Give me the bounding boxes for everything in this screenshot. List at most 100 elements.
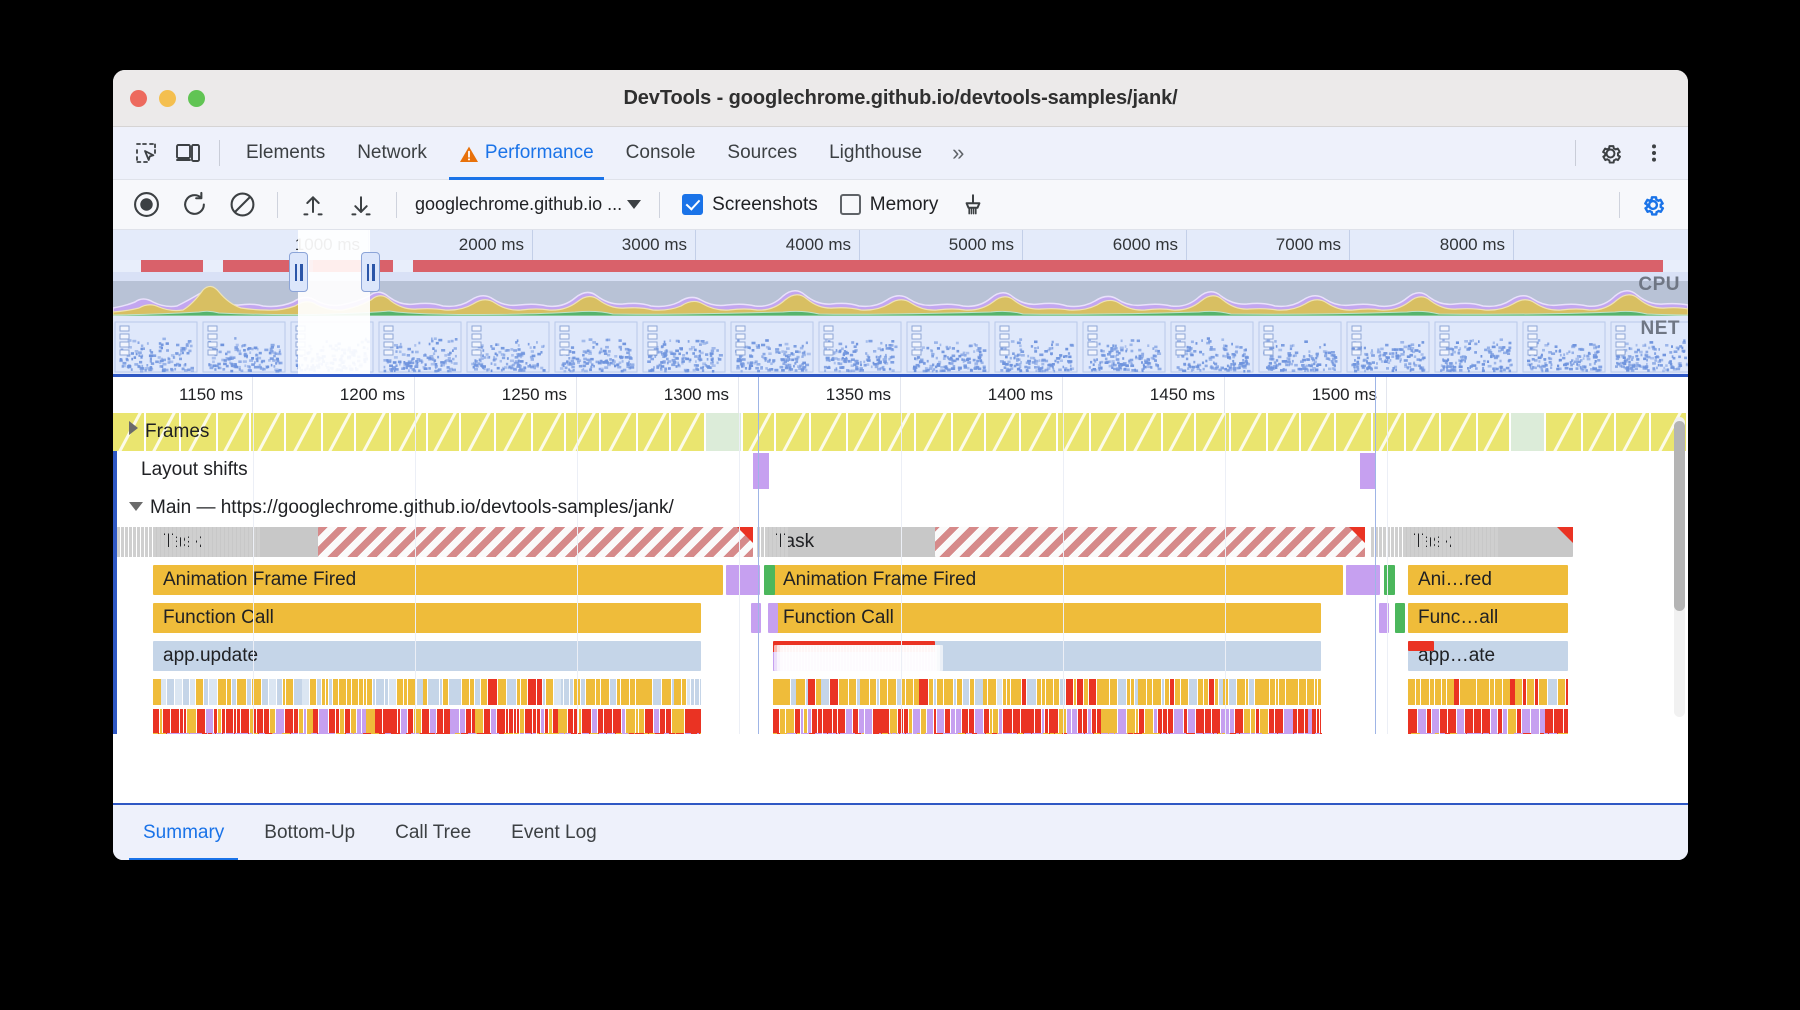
flame-micro-bar[interactable] (1042, 709, 1045, 734)
flame-micro-bar[interactable] (190, 733, 199, 734)
flame-micro-bar[interactable] (218, 709, 221, 734)
flame-micro-bar[interactable] (1440, 709, 1447, 734)
frame-block[interactable] (1091, 413, 1126, 451)
flame-micro-bar[interactable] (1024, 733, 1032, 734)
flame-micro-bar[interactable] (1490, 679, 1495, 705)
frame-block[interactable] (916, 413, 953, 451)
flame-micro-bar[interactable] (882, 733, 888, 734)
flame-micro-bar[interactable] (873, 733, 878, 734)
flame-micro-bar[interactable] (1540, 733, 1544, 734)
flame-micro-bar[interactable] (565, 733, 571, 734)
flame-micro-bar[interactable] (1263, 733, 1268, 734)
flame-micro-bar[interactable] (957, 679, 962, 705)
frame-block[interactable] (776, 413, 811, 451)
flame-micro-bar[interactable] (1532, 733, 1539, 734)
frame-block[interactable] (1616, 413, 1651, 451)
flame-micro-bar[interactable] (997, 679, 1002, 705)
frame-block[interactable] (638, 413, 671, 451)
flame-micro-bar[interactable] (1204, 679, 1209, 705)
flame-micro-bar[interactable] (1237, 679, 1246, 705)
flame-micro-bar[interactable] (1268, 733, 1277, 734)
flame-micro-bar[interactable] (917, 733, 920, 734)
flame-bar[interactable]: Function Call (153, 603, 701, 633)
flame-micro-bar[interactable] (1236, 733, 1239, 734)
flame-micro-bar[interactable] (1495, 679, 1502, 705)
flame-micro-bar[interactable] (1411, 733, 1420, 734)
flame-micro-bar[interactable] (828, 733, 836, 734)
flame-micro-bar[interactable] (691, 679, 694, 705)
flame-micro-bar[interactable] (363, 733, 372, 734)
flame-micro-bar[interactable] (1142, 733, 1151, 734)
flame-micro-bar[interactable] (970, 679, 974, 705)
flame-micro-bar[interactable] (475, 709, 482, 734)
flame-micro-bar[interactable] (270, 709, 275, 734)
flame-micro-bar[interactable] (544, 733, 549, 734)
flame-micro-bar[interactable] (897, 733, 899, 734)
flame-micro-bar[interactable] (919, 679, 928, 705)
layout-shift-marker[interactable] (753, 453, 769, 489)
frame-block[interactable] (533, 413, 566, 451)
flame-micro-bar[interactable] (1170, 733, 1177, 734)
flame-micro-bar[interactable] (921, 709, 927, 734)
flame-micro-bar[interactable] (672, 679, 674, 705)
flame-micro-bar[interactable] (491, 709, 497, 734)
flame-micro-bar[interactable] (509, 709, 513, 734)
flame-micro-bar[interactable] (1055, 733, 1062, 734)
flame-micro-bar[interactable] (506, 709, 508, 734)
flame-micro-bar[interactable] (1261, 679, 1268, 705)
flame-micro-bar[interactable] (804, 709, 807, 734)
flame-micro-bar[interactable] (392, 709, 397, 734)
flame-micro-bar[interactable] (1043, 733, 1049, 734)
flame-micro-bar[interactable] (1558, 733, 1560, 734)
flame-micro-bar[interactable] (1235, 709, 1243, 734)
flame-micro-bar[interactable] (1218, 733, 1221, 734)
frame-block[interactable] (1441, 413, 1478, 451)
flame-micro-bar[interactable] (1446, 733, 1449, 734)
flame-micro-bar[interactable] (167, 679, 174, 705)
flame-micro-bar[interactable] (1244, 709, 1251, 734)
overview-window-right-handle[interactable] (361, 252, 380, 292)
flame-micro-bar[interactable] (514, 733, 520, 734)
flame-micro-bar[interactable] (520, 709, 524, 734)
flame-micro-bar[interactable] (1215, 679, 1219, 705)
flame-micro-bar[interactable] (1408, 709, 1417, 734)
flame-micro-bar[interactable] (213, 733, 215, 734)
flame-micro-bar[interactable] (644, 733, 648, 734)
flame-micro-bar[interactable] (1049, 709, 1052, 734)
flame-micro-bar[interactable] (1184, 709, 1187, 734)
flame-micro-bar[interactable] (781, 679, 783, 705)
flame-micro-bar[interactable] (159, 733, 166, 734)
flame-micro-bar[interactable] (187, 709, 196, 734)
flame-micro-bar[interactable] (846, 709, 852, 734)
flame-micro-bar[interactable] (470, 679, 474, 705)
flame-micro-bar[interactable] (311, 733, 317, 734)
flame-micro-bar[interactable] (833, 709, 837, 734)
flame-bar-sliver[interactable] (751, 603, 761, 633)
flame-micro-bar[interactable] (1110, 679, 1118, 705)
flame-micro-bar[interactable] (417, 679, 423, 705)
flame-micro-bar[interactable] (373, 679, 376, 705)
flame-micro-bar[interactable] (406, 733, 411, 734)
flame-micro-bar[interactable] (1066, 679, 1074, 705)
flame-micro-bar[interactable] (183, 679, 190, 705)
flame-micro-bar[interactable] (837, 733, 839, 734)
flame-micro-bar[interactable] (787, 733, 796, 734)
flame-micro-bar[interactable] (345, 709, 350, 734)
flame-micro-bar[interactable] (1154, 709, 1157, 734)
frame-block[interactable] (706, 413, 743, 451)
flame-micro-bar[interactable] (914, 679, 918, 705)
flame-micro-bar[interactable] (1287, 733, 1294, 734)
frame-block[interactable] (881, 413, 916, 451)
flame-micro-bar[interactable] (199, 733, 202, 734)
flame-micro-bar[interactable] (1469, 679, 1476, 705)
flame-micro-bar[interactable] (472, 709, 475, 734)
flame-micro-bar[interactable] (639, 679, 646, 705)
frame-block[interactable] (1583, 413, 1616, 451)
flame-micro-bar[interactable] (860, 679, 869, 705)
flame-micro-bar[interactable] (1003, 733, 1011, 734)
frame-block[interactable] (1373, 413, 1406, 451)
flame-micro-bar[interactable] (259, 733, 266, 734)
flame-micro-bar[interactable] (853, 709, 859, 734)
flame-micro-bar[interactable] (934, 709, 937, 734)
flame-micro-bar[interactable] (514, 709, 516, 734)
